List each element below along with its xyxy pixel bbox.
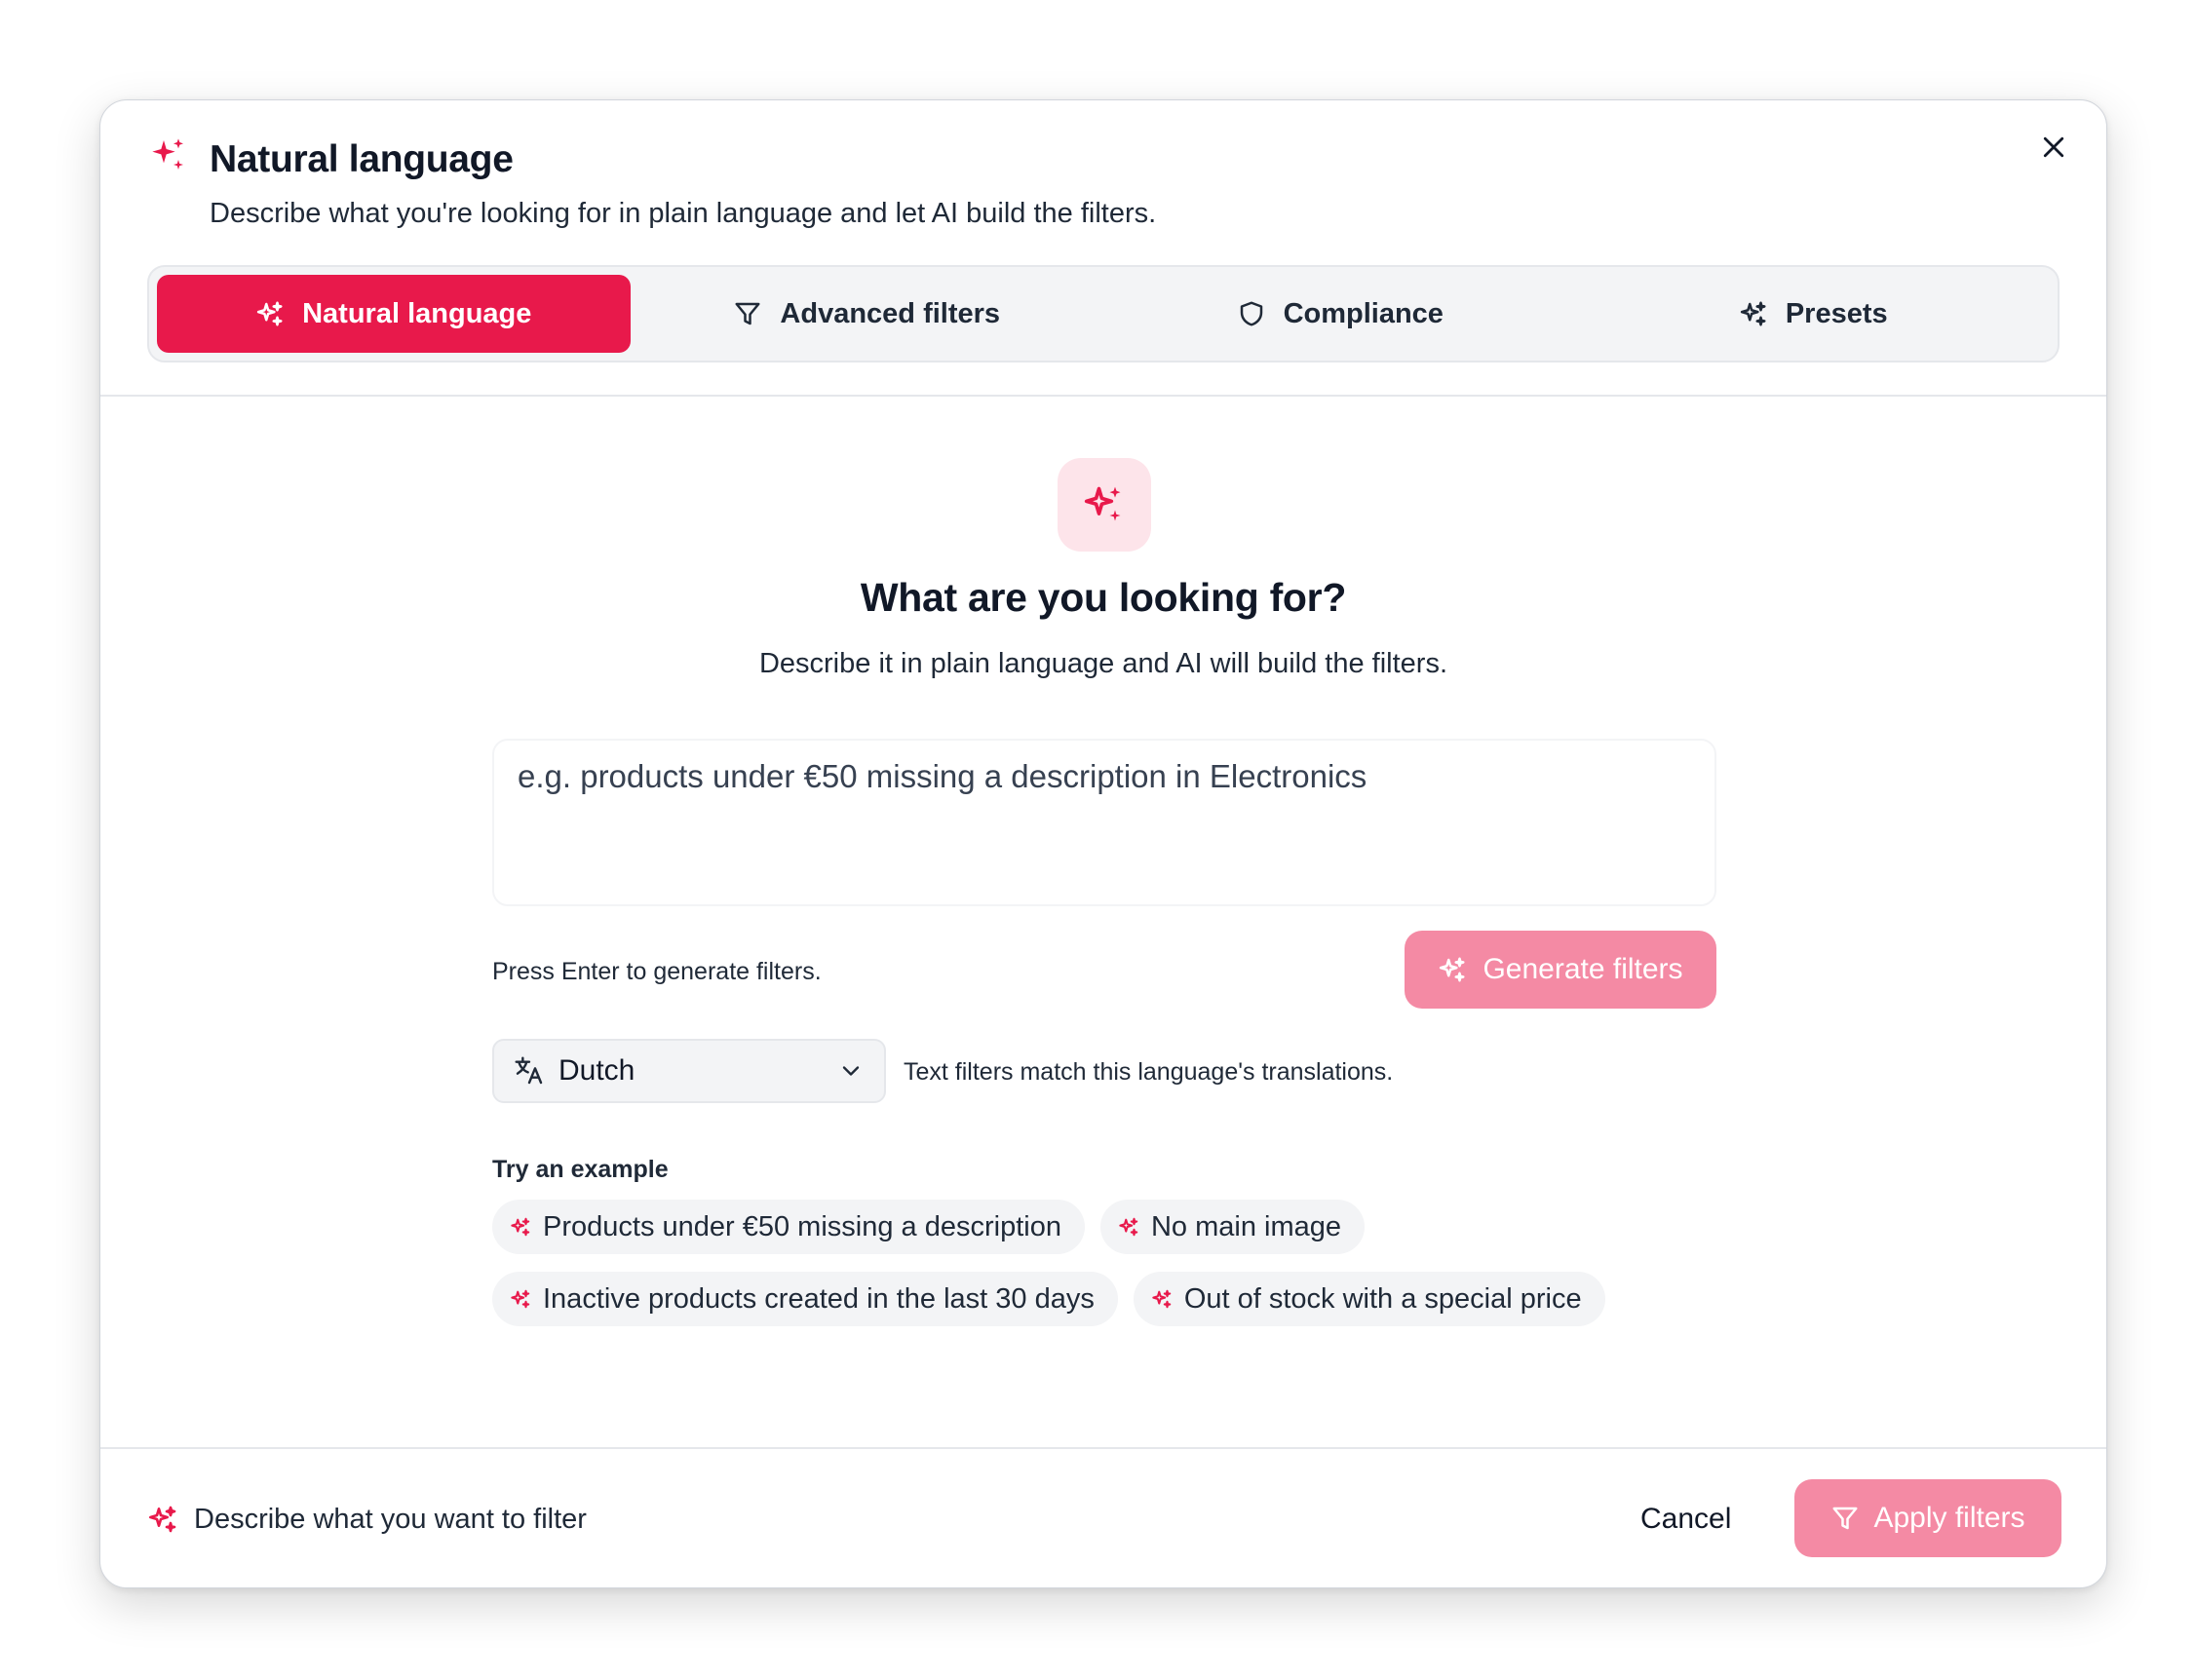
example-chip[interactable]: No main image — [1099, 1200, 1365, 1254]
sparkles-icon — [511, 1217, 530, 1237]
example-chip[interactable]: Products under €50 missing a description — [492, 1200, 1085, 1254]
language-select[interactable]: Dutch — [492, 1039, 886, 1103]
apply-filters-button[interactable]: Apply filters — [1794, 1479, 2061, 1557]
sparkles-icon — [511, 1289, 530, 1309]
filter-icon — [735, 302, 760, 325]
query-input[interactable] — [492, 739, 1716, 906]
example-chip-label: No main image — [1150, 1210, 1341, 1242]
shield-icon — [1240, 301, 1262, 326]
sparkles-icon — [1152, 1289, 1172, 1309]
footer-divider — [100, 1447, 2106, 1449]
language-selected: Dutch — [558, 1054, 635, 1087]
tab-label: Compliance — [1283, 297, 1444, 329]
sparkles-icon — [1084, 486, 1121, 521]
translate-icon — [515, 1056, 543, 1085]
example-chip[interactable]: Out of stock with a special price — [1133, 1272, 1605, 1326]
example-chip[interactable]: Inactive products created in the last 30… — [492, 1272, 1118, 1326]
language-note: Text filters match this language's trans… — [904, 1058, 1394, 1086]
chevron-down-icon — [842, 1066, 860, 1076]
tab-advanced-filters[interactable]: Advanced filters — [631, 275, 1104, 353]
tab-label: Advanced filters — [780, 297, 1001, 329]
example-chip-label: Inactive products created in the last 30… — [543, 1282, 1095, 1315]
tab-presets[interactable]: Presets — [1577, 275, 2051, 353]
prompt-heading: What are you looking for? — [860, 575, 1347, 620]
sparkles-icon — [256, 301, 283, 326]
example-chips: Products under €50 missing a description… — [492, 1200, 1759, 1344]
sparkles-icon — [1119, 1217, 1138, 1237]
tab-bar: Natural language Advanced filters Compli… — [147, 265, 2060, 363]
tab-natural-language[interactable]: Natural language — [157, 275, 631, 353]
sparkles-icon — [1440, 957, 1465, 982]
dialog-subtitle: Describe what you're looking for in plai… — [210, 198, 1157, 229]
dialog-title: Natural language — [210, 138, 514, 180]
enter-hint: Press Enter to generate filters. — [492, 958, 822, 985]
example-chip-label: Products under €50 missing a description — [543, 1210, 1061, 1242]
tab-label: Natural language — [302, 297, 532, 329]
close-button[interactable] — [2028, 122, 2079, 172]
tab-compliance[interactable]: Compliance — [1103, 275, 1577, 353]
apply-filters-label: Apply filters — [1873, 1502, 2025, 1534]
cancel-button[interactable]: Cancel — [1640, 1500, 1731, 1539]
generate-filters-label: Generate filters — [1483, 953, 1683, 985]
tab-label: Presets — [1785, 297, 1888, 329]
filter-icon — [1832, 1507, 1858, 1530]
header-divider — [100, 395, 2106, 397]
generate-filters-button[interactable]: Generate filters — [1405, 931, 1716, 1009]
examples-label: Try an example — [492, 1156, 669, 1183]
sparkles-icon — [149, 1506, 176, 1533]
example-chip-label: Out of stock with a special price — [1183, 1282, 1582, 1315]
sparkles-icon — [1740, 301, 1766, 326]
natural-language-dialog: Natural language Describe what you're lo… — [99, 99, 2107, 1588]
footer-status-text: Describe what you want to filter — [194, 1504, 587, 1535]
hero-icon-badge — [1058, 458, 1151, 552]
sparkles-icon — [152, 138, 183, 170]
close-icon — [2043, 136, 2064, 158]
prompt-subheading: Describe it in plain language and AI wil… — [758, 648, 1448, 679]
